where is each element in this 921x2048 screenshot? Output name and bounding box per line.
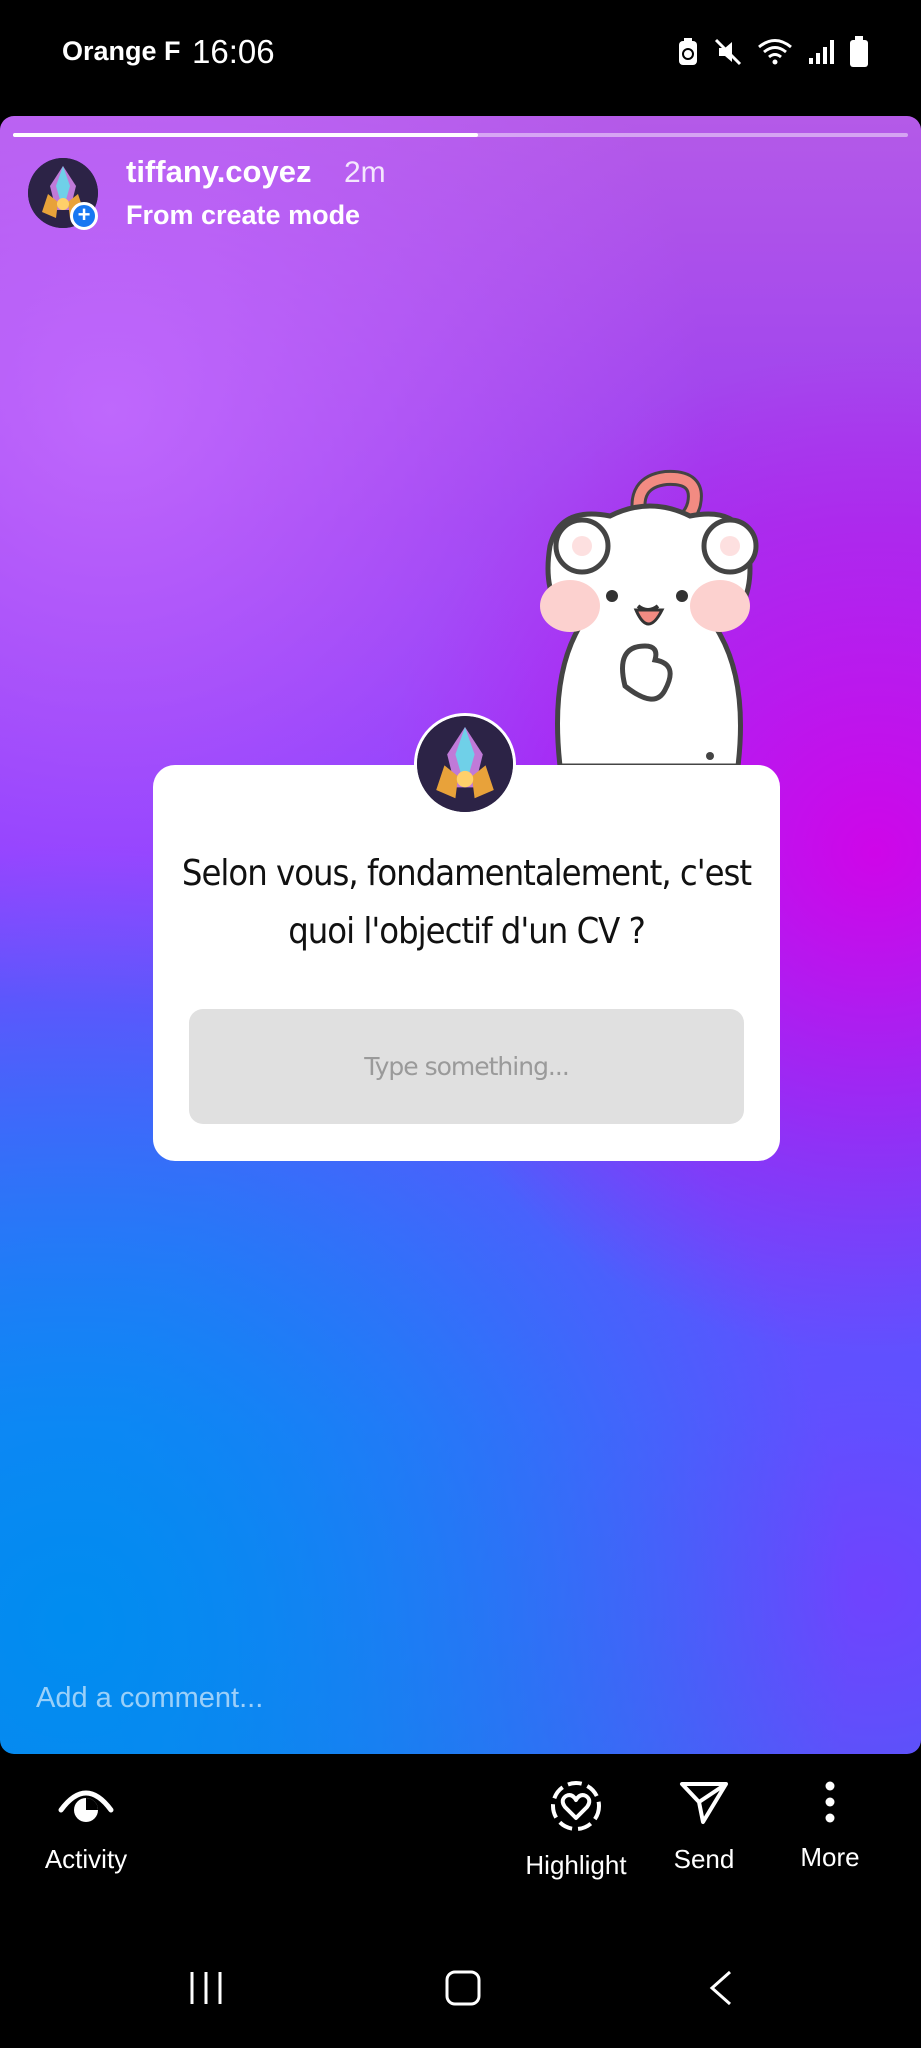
send-button[interactable]: Send <box>664 1780 744 1875</box>
activity-eye-icon <box>58 1790 114 1822</box>
thinking-bear-sticker <box>540 469 759 766</box>
battery-saver-icon <box>679 38 697 65</box>
status-icons <box>677 36 869 68</box>
question-sticker-avatar <box>414 713 516 815</box>
back-button[interactable] <box>708 1970 734 2006</box>
story-viewer[interactable]: + tiffany.coyez 2m From create mode Selo… <box>0 116 921 1754</box>
question-answer-input[interactable] <box>189 1009 744 1124</box>
home-button[interactable] <box>445 1970 481 2006</box>
activity-label: Activity <box>44 1844 128 1874</box>
status-clock: 16:06 <box>192 33 275 70</box>
mute-icon <box>714 38 742 66</box>
story-progress-bar <box>13 133 908 137</box>
question-text: Selon vous, fondamentalement, c'est quoi… <box>181 853 752 952</box>
highlight-label: Highlight <box>525 1850 627 1880</box>
question-sticker[interactable]: Selon vous, fondamentalement, c'est quoi… <box>153 765 780 1161</box>
wifi-icon <box>758 39 792 65</box>
more-button[interactable]: More <box>790 1780 870 1873</box>
signal-icon <box>809 40 834 64</box>
carrier-name: Orange F <box>62 36 181 66</box>
story-username[interactable]: tiffany.coyez <box>126 154 311 190</box>
story-time-ago: 2m <box>344 156 386 189</box>
more-label: More <box>800 1842 860 1872</box>
more-vertical-icon <box>825 1781 835 1823</box>
add-comment-field[interactable]: Add a comment... <box>36 1682 263 1715</box>
battery-icon <box>850 36 868 67</box>
recent-apps-button[interactable] <box>188 1970 224 2006</box>
story-subtitle: From create mode <box>126 200 361 230</box>
story-progress-fill <box>13 133 479 137</box>
status-bar: Orange F 16:06 <box>0 0 921 110</box>
send-icon <box>680 1782 728 1824</box>
add-story-badge[interactable]: + <box>70 202 98 230</box>
crystal-avatar-image <box>417 716 513 812</box>
send-label: Send <box>673 1844 735 1874</box>
highlight-heart-icon <box>551 1781 601 1831</box>
highlight-button[interactable]: Highlight <box>516 1780 636 1881</box>
activity-button[interactable]: Activity <box>36 1780 136 1875</box>
